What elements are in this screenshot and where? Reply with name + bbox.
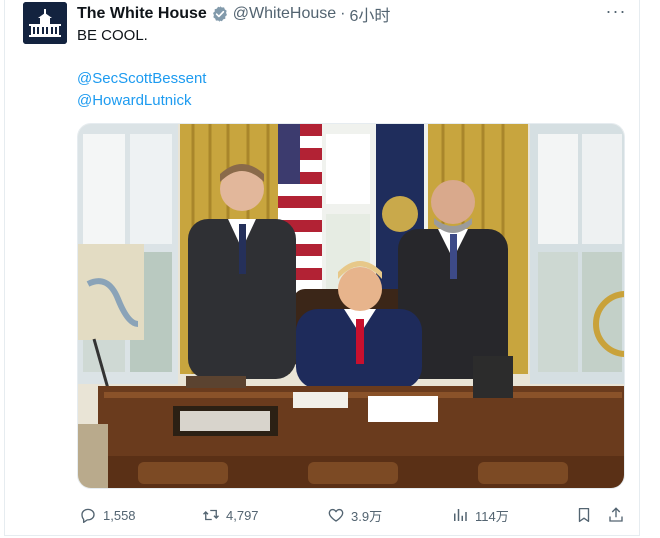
- views-icon: [454, 509, 467, 521]
- avatar[interactable]: [23, 2, 67, 44]
- timestamp[interactable]: 6小时: [350, 2, 391, 26]
- reply-button[interactable]: 1,558: [79, 504, 136, 526]
- tweet-header: The White House @WhiteHouse · 6小时: [77, 3, 390, 25]
- author-handle[interactable]: @WhiteHouse: [233, 5, 336, 23]
- bookmark-button[interactable]: [575, 504, 599, 526]
- heart-icon: [328, 508, 344, 522]
- more-icon[interactable]: ···: [605, 2, 627, 24]
- mention-link[interactable]: @HowardLutnick: [77, 92, 191, 109]
- retweet-button[interactable]: 4,797: [202, 504, 259, 526]
- views-count: 114万: [475, 508, 509, 524]
- share-icon: [609, 507, 623, 522]
- white-house-logo-icon: [23, 2, 67, 44]
- tweet-photo[interactable]: [77, 123, 625, 489]
- reply-count: 1,558: [103, 507, 136, 523]
- tweet-card: The White House @WhiteHouse · 6小时 ··· BE…: [4, 0, 640, 536]
- like-count: 3.9万: [351, 508, 383, 524]
- views-button[interactable]: 114万: [451, 504, 509, 526]
- share-button[interactable]: [607, 504, 631, 526]
- separator-dot: ·: [340, 5, 346, 22]
- retweet-count: 4,797: [226, 507, 259, 523]
- mention-link[interactable]: @SecScottBessent: [77, 70, 206, 87]
- retweet-icon: [203, 509, 219, 521]
- like-button[interactable]: 3.9万: [327, 504, 382, 526]
- author-name[interactable]: The White House: [77, 5, 207, 23]
- tweet-text: BE COOL.: [77, 27, 148, 44]
- bookmark-icon: [578, 507, 590, 523]
- reply-icon: [81, 508, 95, 524]
- verified-badge-icon: [212, 6, 227, 22]
- oval-office-photo: [78, 124, 624, 488]
